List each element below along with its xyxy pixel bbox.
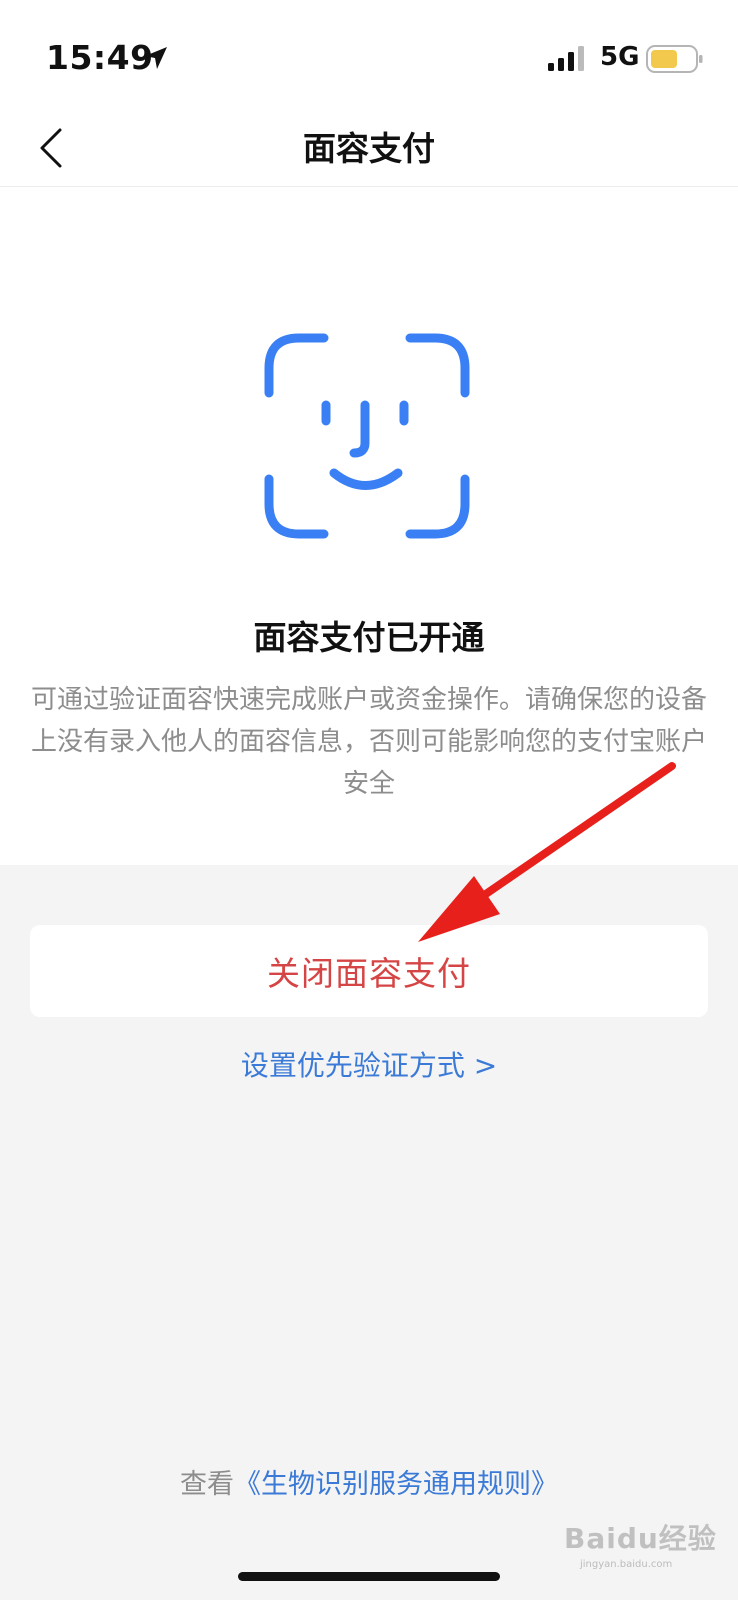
battery-icon — [646, 45, 703, 73]
disable-face-pay-button[interactable]: 关闭面容支付 — [30, 925, 708, 1017]
nav-bar: 面容支付 — [0, 110, 738, 187]
hero-section: 面容支付已开通 可通过验证面容快速完成账户或资金操作。请确保您的设备上没有录入他… — [0, 187, 738, 865]
description-text: 可通过验证面容快速完成账户或资金操作。请确保您的设备上没有录入他人的面容信息，否… — [30, 685, 707, 799]
rules-prefix: 查看 — [180, 1469, 234, 1500]
location-arrow-icon — [145, 47, 167, 69]
status-bar: 15:49 5G — [0, 0, 738, 110]
watermark-url: jingyan.baidu.com — [580, 1559, 673, 1570]
watermark-brand: Baidu经验 — [564, 1522, 717, 1555]
biometric-rules-link[interactable]: 《生物识别服务通用规则》 — [234, 1469, 558, 1500]
status-title: 面容支付已开通 — [253, 618, 485, 657]
page-title: 面容支付 — [303, 129, 435, 168]
watermark: Baidu经验 jingyan.baidu.com — [560, 1515, 730, 1585]
status-time: 15:49 — [46, 38, 154, 77]
home-indicator — [238, 1572, 500, 1581]
network-type: 5G — [600, 42, 640, 72]
signal-icon — [548, 46, 584, 71]
priority-verification-link[interactable]: 设置优先验证方式 > — [0, 1044, 738, 1084]
rules-footer: 查看《生物识别服务通用规则》 — [0, 1462, 738, 1501]
face-id-icon — [264, 333, 470, 539]
